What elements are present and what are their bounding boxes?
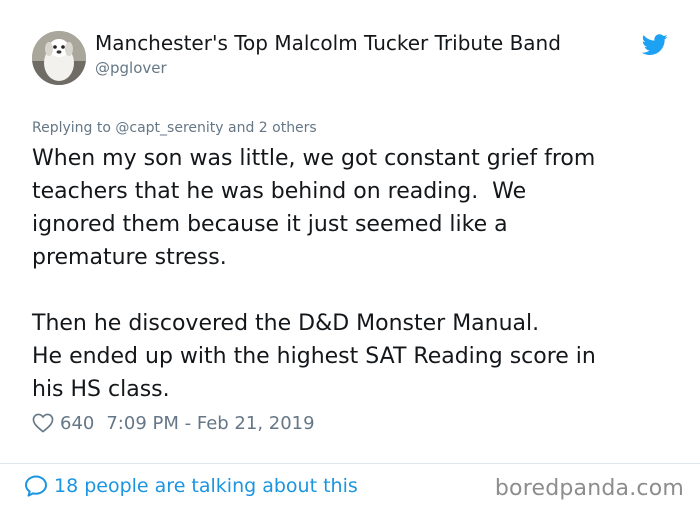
tweet-line: When my son was little, we got constant … — [32, 146, 596, 171]
replying-to[interactable]: Replying to @capt_serenity and 2 others — [32, 120, 317, 136]
heart-icon[interactable] — [32, 413, 54, 433]
tweet-meta: 640 7:09 PM - Feb 21, 2019 — [32, 410, 315, 436]
tweet-line: his HS class. — [32, 377, 170, 402]
avatar-image — [32, 31, 86, 85]
tweet-line: ignored them because it just seemed like… — [32, 212, 508, 237]
speech-bubble-icon — [24, 474, 48, 498]
tweet-line: He ended up with the highest SAT Reading… — [32, 344, 596, 369]
tweet-text: When my son was little, we got constant … — [32, 142, 672, 406]
tweet-card: Manchester's Top Malcolm Tucker Tribute … — [0, 0, 700, 511]
tweet-line: teachers that he was behind on reading. … — [32, 179, 527, 204]
talking-link[interactable]: 18 people are talking about this — [24, 473, 358, 499]
tweet-line: premature stress. — [32, 245, 227, 270]
tweet-timestamp[interactable]: 7:09 PM - Feb 21, 2019 — [106, 413, 314, 434]
talking-text: 18 people are talking about this — [54, 475, 358, 497]
divider — [0, 463, 700, 464]
like-count[interactable]: 640 — [60, 413, 94, 434]
avatar[interactable] — [32, 31, 86, 85]
author-handle[interactable]: @pglover — [95, 59, 167, 77]
twitter-bird-icon[interactable] — [641, 34, 668, 56]
tweet-line: Then he discovered the D&D Monster Manua… — [32, 311, 540, 336]
author-display-name[interactable]: Manchester's Top Malcolm Tucker Tribute … — [95, 31, 561, 55]
watermark: boredpanda.com — [494, 476, 684, 501]
